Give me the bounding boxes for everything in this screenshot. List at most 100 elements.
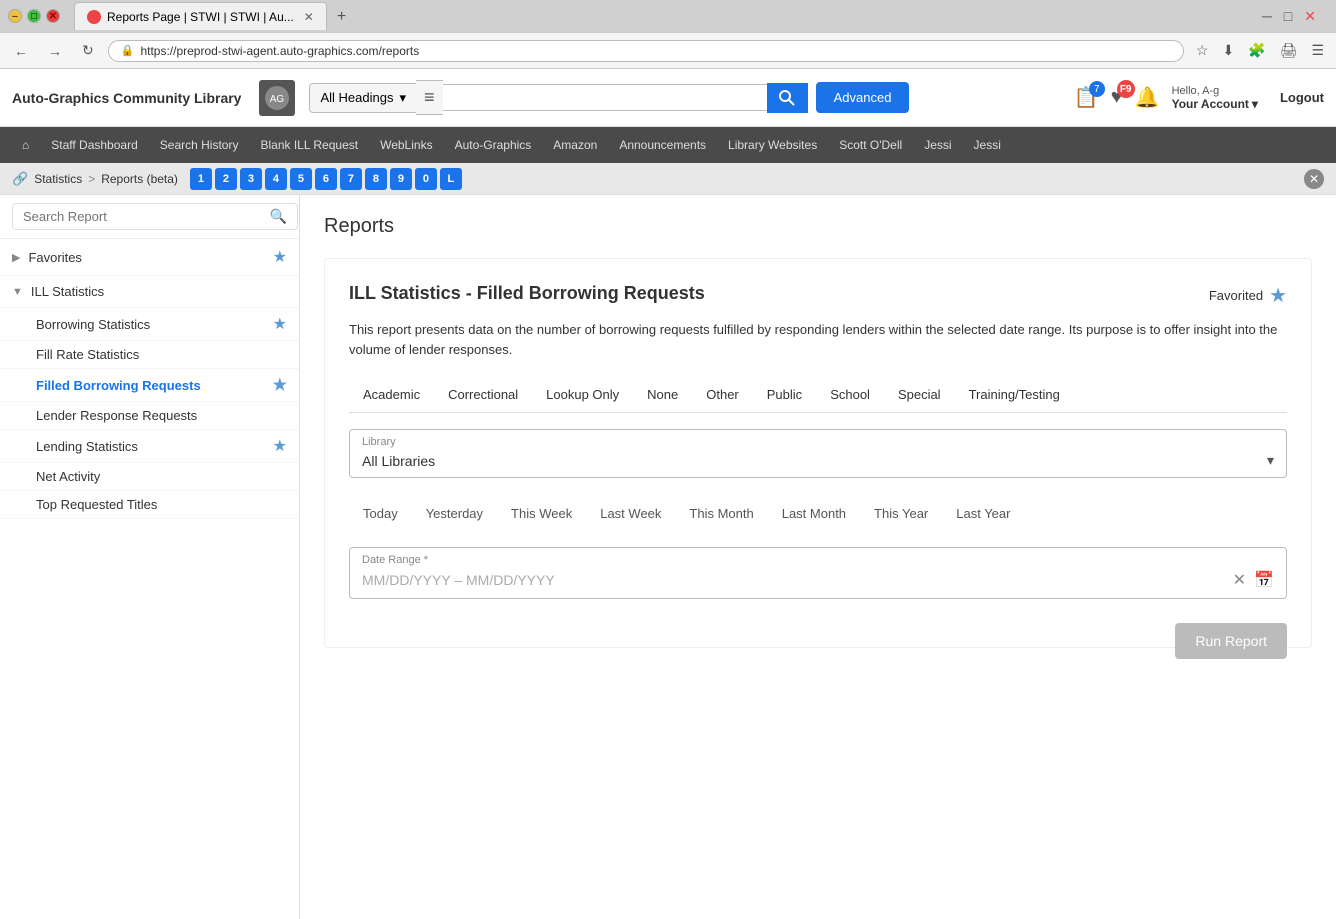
alpha-btn-5[interactable]: 5 — [290, 168, 312, 190]
nav-scott-odell[interactable]: Scott O'Dell — [829, 132, 912, 158]
breadcrumb-statistics[interactable]: Statistics — [34, 172, 82, 186]
sidebar-subitem-fillrate[interactable]: Fill Rate Statistics — [0, 341, 299, 369]
nav-announcements[interactable]: Announcements — [609, 132, 716, 158]
date-tab-this-week[interactable]: This Week — [497, 498, 586, 531]
sidebar-subitem-filled-borrowing[interactable]: Filled Borrowing Requests ★ — [0, 369, 299, 402]
date-tab-yesterday[interactable]: Yesterday — [412, 498, 497, 531]
headings-select[interactable]: All Headings ▾ — [309, 83, 416, 113]
new-tab-btn[interactable]: + — [329, 4, 354, 30]
search-btn[interactable] — [767, 83, 808, 113]
favorites-btn[interactable]: ♥ F9 — [1111, 86, 1123, 109]
lending-star-icon[interactable]: ★ — [273, 436, 287, 456]
nav-auto-graphics[interactable]: Auto-Graphics — [445, 132, 542, 158]
favorited-star-icon[interactable]: ★ — [1269, 283, 1287, 308]
window-restore-btn[interactable]: □ — [1280, 6, 1296, 27]
menu-btn[interactable]: ☰ — [1307, 40, 1328, 61]
alpha-btn-9[interactable]: 9 — [390, 168, 412, 190]
borrowing-star-icon[interactable]: ★ — [273, 314, 287, 334]
nav-home[interactable]: ⌂ — [12, 132, 39, 158]
lib-tab-special[interactable]: Special — [884, 379, 955, 412]
lib-tab-correctional[interactable]: Correctional — [434, 379, 532, 412]
bookmark-btn[interactable]: ☆ — [1192, 40, 1213, 61]
window-minimize-btn[interactable]: ─ — [1258, 6, 1276, 27]
date-range-input[interactable]: Date Range * MM/DD/YYYY – MM/DD/YYYY ✕ 📅 — [349, 547, 1287, 599]
date-tab-today[interactable]: Today — [349, 498, 412, 531]
lib-tab-school[interactable]: School — [816, 379, 884, 412]
sidebar-item-favorites[interactable]: ▶ Favorites ★ — [0, 239, 299, 276]
date-tab-this-month[interactable]: This Month — [675, 498, 767, 531]
alpha-btn-3[interactable]: 3 — [240, 168, 262, 190]
search-report-input[interactable] — [12, 203, 298, 230]
notifications-btn[interactable]: 📋 7 — [1074, 85, 1099, 110]
favorites-star-icon[interactable]: ★ — [273, 247, 287, 267]
nav-jessi-2[interactable]: Jessi — [964, 132, 1011, 158]
tab-close-icon[interactable]: ✕ — [304, 10, 314, 24]
account-section[interactable]: Hello, A-g Your Account ▾ — [1172, 85, 1258, 111]
alpha-btn-4[interactable]: 4 — [265, 168, 287, 190]
nav-blank-ill[interactable]: Blank ILL Request — [250, 132, 368, 158]
main-search-input[interactable] — [453, 90, 757, 105]
sidebar-item-ill-statistics[interactable]: ▼ ILL Statistics — [0, 276, 299, 308]
maximize-btn[interactable]: □ — [27, 9, 41, 23]
alerts-btn[interactable]: 🔔 — [1135, 85, 1160, 110]
alpha-btn-6[interactable]: 6 — [315, 168, 337, 190]
sidebar-search: 🔍 — [0, 195, 299, 239]
lib-tab-lookup[interactable]: Lookup Only — [532, 379, 633, 412]
window-close-x-btn[interactable]: ✕ — [1300, 6, 1320, 27]
active-tab[interactable]: Reports Page | STWI | STWI | Au... ✕ — [74, 2, 327, 30]
alpha-btn-1[interactable]: 1 — [190, 168, 212, 190]
sidebar-search-icon[interactable]: 🔍 — [270, 208, 287, 225]
print-btn[interactable]: 🖨 — [1276, 40, 1302, 61]
library-dropdown[interactable]: Library All Libraries ▾ — [349, 429, 1287, 478]
lib-tab-other[interactable]: Other — [692, 379, 753, 412]
nav-search-history[interactable]: Search History — [150, 132, 249, 158]
date-tab-this-year[interactable]: This Year — [860, 498, 942, 531]
alpha-btn-8[interactable]: 8 — [365, 168, 387, 190]
lib-tab-training[interactable]: Training/Testing — [955, 379, 1074, 412]
lib-tab-public[interactable]: Public — [753, 379, 816, 412]
forward-btn[interactable]: → — [42, 41, 68, 61]
nav-jessi-1[interactable]: Jessi — [914, 132, 961, 158]
notifications-badge: 7 — [1089, 81, 1105, 97]
nav-amazon[interactable]: Amazon — [543, 132, 607, 158]
nav-staff-dashboard[interactable]: Staff Dashboard — [41, 132, 148, 158]
alpha-btn-0[interactable]: 0 — [415, 168, 437, 190]
nav-library-websites[interactable]: Library Websites — [718, 132, 827, 158]
alpha-btn-2[interactable]: 2 — [215, 168, 237, 190]
stack-icon[interactable]: ≡ — [416, 80, 443, 115]
date-tab-last-month[interactable]: Last Month — [768, 498, 860, 531]
calendar-icon[interactable]: 📅 — [1254, 570, 1274, 590]
window-close-btn[interactable]: ✕ — [46, 9, 60, 23]
date-tab-last-week[interactable]: Last Week — [586, 498, 675, 531]
alpha-btn-L[interactable]: L — [440, 168, 462, 190]
favorited-section: Favorited ★ — [1209, 283, 1287, 308]
lib-tab-none[interactable]: None — [633, 379, 692, 412]
fillrate-label: Fill Rate Statistics — [36, 347, 287, 362]
minimize-btn[interactable]: – — [8, 9, 22, 23]
favorited-label: Favorited — [1209, 288, 1263, 303]
refresh-btn[interactable]: ↻ — [76, 40, 100, 61]
filled-borrowing-label: Filled Borrowing Requests — [36, 378, 273, 393]
advanced-btn[interactable]: Advanced — [816, 82, 910, 113]
filled-borrowing-star-icon[interactable]: ★ — [273, 375, 287, 395]
url-box[interactable]: 🔒 https://preprod-stwi-agent.auto-graphi… — [108, 40, 1184, 62]
sidebar-subitem-borrowing[interactable]: Borrowing Statistics ★ — [0, 308, 299, 341]
nav-weblinks[interactable]: WebLinks — [370, 132, 442, 158]
lib-tab-academic[interactable]: Academic — [349, 379, 434, 412]
date-tab-last-year[interactable]: Last Year — [942, 498, 1024, 531]
sidebar-subitem-lending[interactable]: Lending Statistics ★ — [0, 430, 299, 463]
sidebar-subitem-net-activity[interactable]: Net Activity — [0, 463, 299, 491]
download-btn[interactable]: ⬇ — [1218, 40, 1238, 61]
breadcrumb-close-btn[interactable]: ✕ — [1304, 169, 1324, 189]
report-description: This report presents data on the number … — [349, 320, 1287, 359]
sidebar-subitem-top-requested[interactable]: Top Requested Titles — [0, 491, 299, 519]
run-report-btn[interactable]: Run Report — [1175, 623, 1287, 659]
account-name: Your Account ▾ — [1172, 97, 1258, 111]
logout-btn[interactable]: Logout — [1280, 90, 1324, 105]
back-btn[interactable]: ← — [8, 41, 34, 61]
extensions-btn[interactable]: 🧩 — [1244, 40, 1269, 61]
alpha-btn-7[interactable]: 7 — [340, 168, 362, 190]
date-clear-icon[interactable]: ✕ — [1233, 570, 1246, 590]
breadcrumb-reports[interactable]: Reports (beta) — [101, 172, 178, 186]
sidebar-subitem-lender-response[interactable]: Lender Response Requests — [0, 402, 299, 430]
